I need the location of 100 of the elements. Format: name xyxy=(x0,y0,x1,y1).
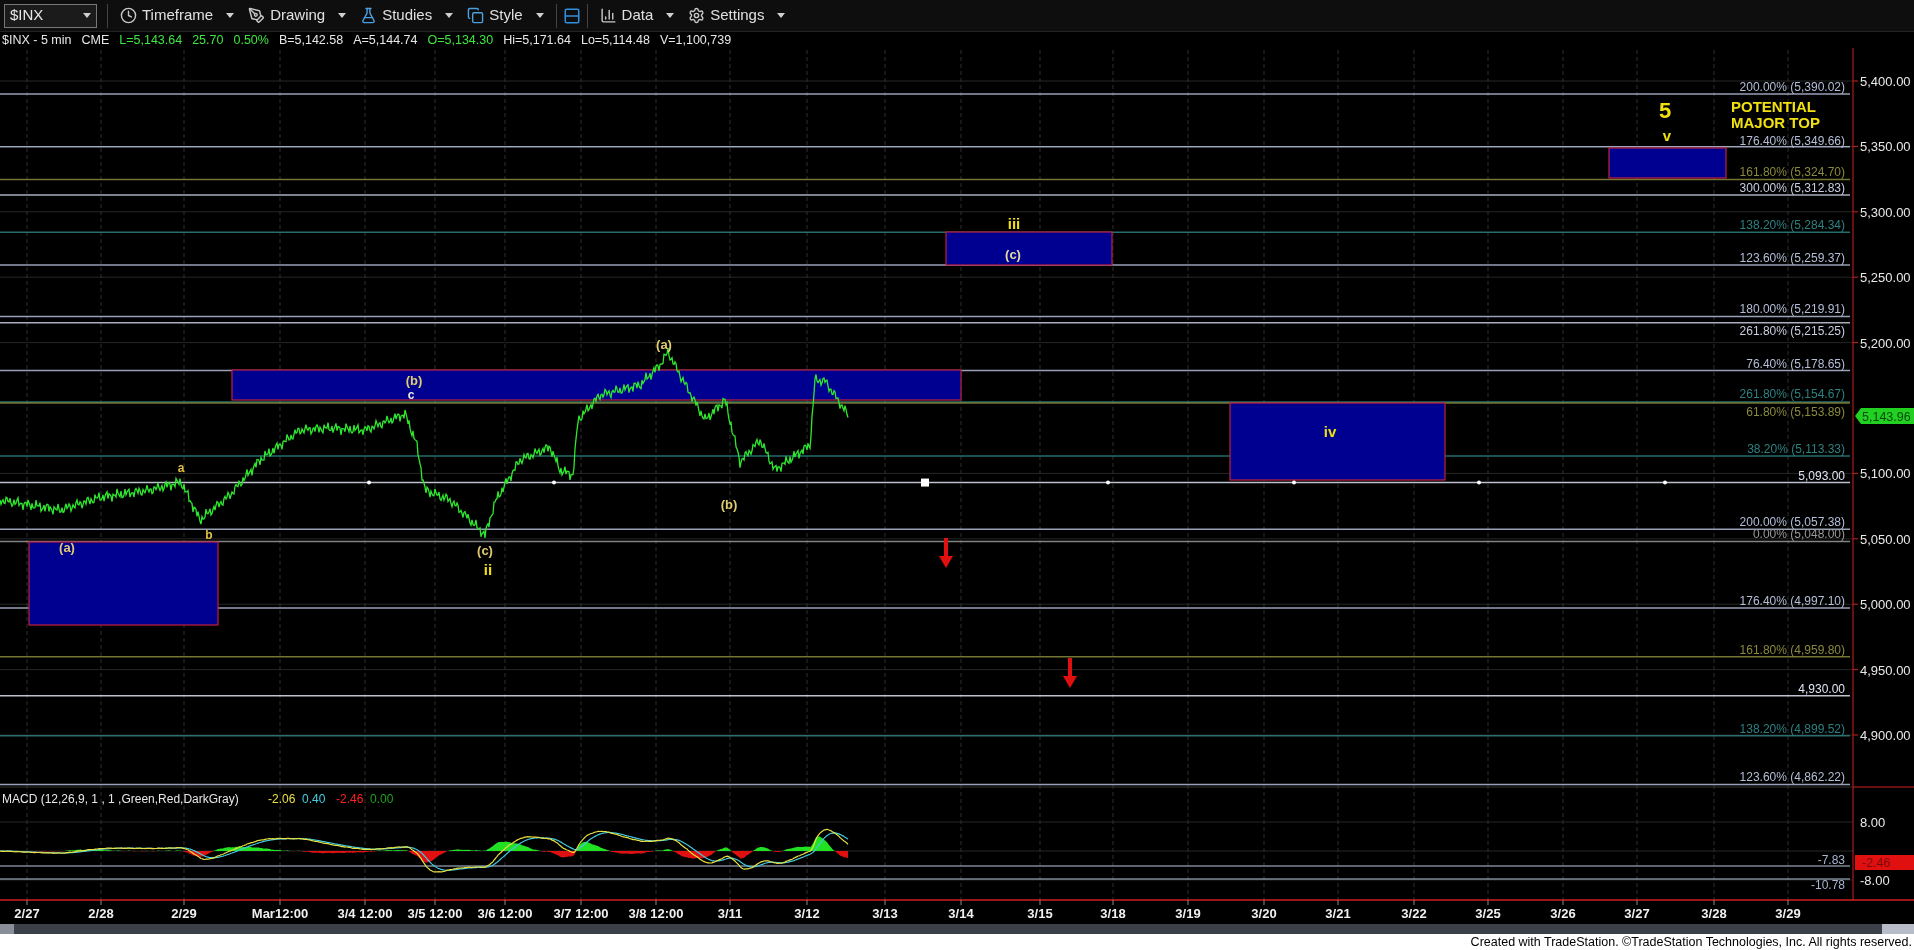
toolbar-menu[interactable]: Style xyxy=(465,4,546,27)
down-arrow xyxy=(1063,658,1077,688)
wave-label: c xyxy=(407,388,415,402)
date-axis-label: 3/8 12:00 xyxy=(628,906,684,921)
pen-icon xyxy=(248,7,266,24)
price-axis-label: 4,950.00 xyxy=(1860,662,1911,678)
macd-axis-label: -8.00 xyxy=(1860,873,1890,888)
level-label: 61.80% (5,153.89) xyxy=(1746,404,1845,419)
wave-label: (b) xyxy=(405,373,423,388)
price-axis-label: 5,350.00 xyxy=(1860,139,1911,155)
quote-value: V=1,100,739 xyxy=(659,33,732,47)
bar-chart-icon xyxy=(599,7,617,24)
quote-value: O=5,134.30 xyxy=(427,33,494,47)
price-axis-label: 5,200.00 xyxy=(1860,335,1911,351)
toolbar-menu[interactable]: Drawing xyxy=(246,4,349,27)
wave-label: (c) xyxy=(1005,247,1021,262)
quote-value: A=5,144.74 xyxy=(353,33,418,47)
date-axis-label: 3/13 xyxy=(872,906,898,921)
clock-icon xyxy=(120,7,137,24)
last-price-badge: 5,143.96 xyxy=(1855,408,1914,424)
date-axis-label: 3/5 12:00 xyxy=(407,906,463,921)
date-axis-label: 3/14 xyxy=(948,906,974,921)
copyright-footer: Created with TradeStation. ©TradeStation Technologies, Inc. All rights reserved. xyxy=(1470,935,1912,949)
level-label: 38.20% (5,113.33) xyxy=(1747,441,1845,456)
date-axis-label: 3/28 xyxy=(1701,906,1727,921)
level-label: 4,930.00 xyxy=(1798,681,1845,696)
level-label: 176.40% (5,349.66) xyxy=(1739,133,1845,148)
date-axis-label: 3/20 xyxy=(1251,906,1277,921)
caret-icon xyxy=(445,13,454,18)
level-label: 200.00% (5,057.38) xyxy=(1739,515,1845,530)
layout-icon xyxy=(562,6,581,25)
date-axis-label: 3/19 xyxy=(1175,906,1201,921)
toolbar-menu[interactable]: Timeframe xyxy=(118,4,237,27)
date-axis-label: 3/7 12:00 xyxy=(553,906,609,921)
quote-value: CME xyxy=(81,33,110,47)
caret-icon xyxy=(666,13,675,18)
macd-value: -2.06 xyxy=(268,792,296,806)
wave-label: v xyxy=(1662,127,1672,144)
macd-badge: -2.46 xyxy=(1855,855,1914,870)
date-axis-label: 2/27 xyxy=(14,906,40,921)
quote-value: Lo=5,114.48 xyxy=(580,33,650,47)
level-label: 261.80% (5,154.67) xyxy=(1739,386,1845,401)
level-label: 0.00% (5,048.00) xyxy=(1752,527,1845,542)
level-label: 5,093.00 xyxy=(1798,468,1845,483)
callout-text: POTENTIAL MAJOR TOP xyxy=(1731,98,1820,131)
level-label: 261.80% (5,215.25) xyxy=(1739,323,1845,338)
toolbar-menu[interactable]: Data xyxy=(597,4,677,27)
quote-value: B=5,142.58 xyxy=(278,33,344,47)
macd-line-label: -10.78 xyxy=(1810,878,1845,892)
wave-label: ii xyxy=(483,561,493,578)
wave-label: b xyxy=(205,528,213,542)
quote-value: 0.50% xyxy=(233,33,269,47)
date-axis-label: 3/21 xyxy=(1325,906,1351,921)
date-axis-label: 3/27 xyxy=(1624,906,1650,921)
level-label: 161.80% (4,959.80) xyxy=(1739,642,1845,657)
date-axis-label: 3/22 xyxy=(1401,906,1427,921)
macd-value: 0.40 xyxy=(302,792,326,806)
symbol-field[interactable]: $INX xyxy=(4,3,97,28)
quote-value: $INX - 5 min xyxy=(2,33,72,47)
caret-icon xyxy=(83,13,91,18)
price-axis-label: 5,000.00 xyxy=(1860,597,1911,613)
caret-icon xyxy=(777,13,786,18)
date-axis-label: 3/6 12:00 xyxy=(477,906,533,921)
caret-icon xyxy=(226,13,235,18)
date-axis-label: 3/26 xyxy=(1550,906,1576,921)
quote-value: L=5,143.64 xyxy=(119,33,183,47)
date-axis-label: 2/28 xyxy=(88,906,114,921)
level-label: 123.60% (4,862.22) xyxy=(1739,770,1845,785)
level-label: 138.20% (4,899.52) xyxy=(1739,721,1845,736)
price-axis-label: 5,050.00 xyxy=(1860,531,1911,547)
toolbar-menu[interactable]: Studies xyxy=(358,4,456,27)
level-label: 180.00% (5,219.91) xyxy=(1739,301,1845,316)
wave-label: (b) xyxy=(720,497,738,512)
macd-value: 0.00 xyxy=(370,792,394,806)
settings-icon xyxy=(688,7,706,24)
wave-label: (c) xyxy=(477,543,493,558)
macd-value: -2.46 xyxy=(336,792,364,806)
date-axis-label: 3/4 12:00 xyxy=(337,906,393,921)
level-label: 76.40% (5,178.65) xyxy=(1746,356,1845,371)
toolbar-menu[interactable]: Settings xyxy=(686,4,788,27)
quote-value: Hi=5,171.64 xyxy=(503,33,571,47)
macd-line-label: -7.83 xyxy=(1817,853,1845,867)
date-axis-label: Mar12:00 xyxy=(251,906,309,921)
wave-label: iii xyxy=(1007,215,1021,232)
price-axis-label: 5,300.00 xyxy=(1860,204,1911,220)
level-label: 161.80% (5,324.70) xyxy=(1739,165,1845,180)
macd-axis-label: 8.00 xyxy=(1860,815,1886,830)
date-axis-label: 3/12 xyxy=(794,906,820,921)
wave-label: (a) xyxy=(59,540,75,555)
price-axis-label: 5,400.00 xyxy=(1860,74,1911,89)
level-label: 138.20% (5,284.34) xyxy=(1739,218,1845,233)
wave-label: iv xyxy=(1323,423,1337,440)
level-label: 176.40% (4,997.10) xyxy=(1739,594,1845,608)
scrollbar[interactable] xyxy=(0,924,1914,934)
layout-button[interactable] xyxy=(555,3,588,28)
caret-icon xyxy=(535,13,544,18)
wave-label: 5 xyxy=(1658,98,1672,123)
level-label: 123.60% (5,259.37) xyxy=(1739,250,1845,265)
level-label: 300.00% (5,312.83) xyxy=(1739,181,1845,195)
date-axis-label: 3/25 xyxy=(1475,906,1501,921)
